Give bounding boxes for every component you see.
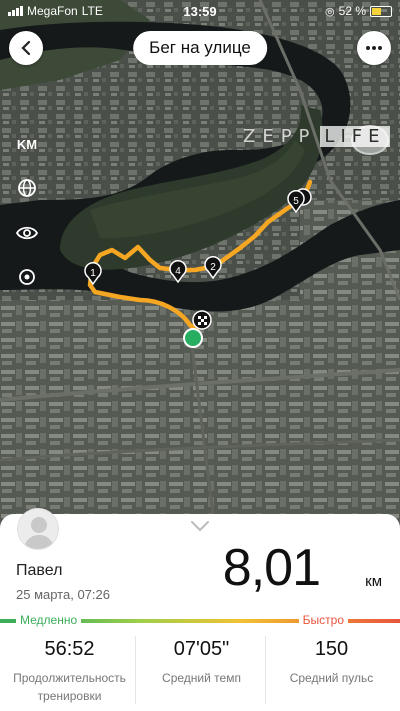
checkered-flag-icon: [192, 310, 212, 330]
km-marker-4: 4: [169, 260, 187, 284]
chevron-left-icon: [21, 40, 31, 56]
route-map[interactable]: 1 2 4 5: [0, 0, 400, 530]
stat-pace: 07'05" Средний темп: [135, 638, 268, 687]
clock: 13:59: [183, 3, 217, 19]
km-marker-label: 4: [175, 266, 181, 277]
watermark-brand: ZEPP: [243, 126, 317, 147]
collapse-chevron-icon[interactable]: [190, 520, 210, 532]
eye-icon: [16, 226, 38, 240]
stat-value: 150: [314, 638, 349, 660]
user-silhouette-icon: [23, 517, 55, 549]
locate-icon: [19, 269, 35, 285]
units-label: KM: [16, 136, 38, 152]
km-marker-5: 5: [287, 190, 305, 214]
map-layer-button[interactable]: [10, 171, 44, 205]
avatar[interactable]: [17, 508, 59, 550]
watermark-brand-boxed: LIFE: [320, 126, 390, 147]
status-bar: MegaFon LTE 13:59 ◎ 52 %: [0, 0, 400, 22]
distance-value: 8,01: [222, 539, 321, 597]
locate-button[interactable]: [10, 260, 44, 294]
km-marker-label: 5: [293, 196, 299, 207]
back-button[interactable]: [9, 31, 43, 65]
visibility-button[interactable]: [10, 216, 44, 250]
stat-value: 56:52: [44, 638, 95, 660]
user-name: Павел: [16, 562, 63, 579]
speed-slow-label: Медленно: [16, 613, 82, 627]
km-marker-label: 2: [210, 262, 216, 273]
more-button[interactable]: [357, 31, 391, 65]
km-marker-label: 1: [90, 268, 96, 279]
km-marker-1: 1: [84, 262, 102, 286]
more-dots-icon: [366, 46, 382, 50]
zepp-life-watermark: ZEPP LIFE: [243, 126, 390, 147]
distance-unit: км: [365, 573, 382, 590]
stat-duration: 56:52 Продолжительность тренировки: [3, 638, 136, 705]
units-toggle[interactable]: KM: [10, 127, 44, 161]
km-marker-2: 2: [204, 256, 222, 280]
stat-value: 07'05": [173, 638, 230, 660]
globe-icon: [18, 179, 36, 197]
speed-fast-label: Быстро: [298, 613, 348, 627]
stat-label: Средний пульс: [289, 671, 374, 685]
workout-title: Бег на улице: [133, 31, 267, 65]
stat-heart-rate: 150 Средний пульс: [265, 638, 398, 687]
battery-icon: [370, 5, 392, 17]
workout-date: 25 марта, 07:26: [16, 587, 110, 602]
stat-label: Продолжительность тренировки: [13, 671, 126, 703]
stat-label: Средний темп: [162, 671, 241, 685]
km-markers: 1 2 4 5: [84, 188, 312, 348]
start-point: [183, 328, 203, 348]
